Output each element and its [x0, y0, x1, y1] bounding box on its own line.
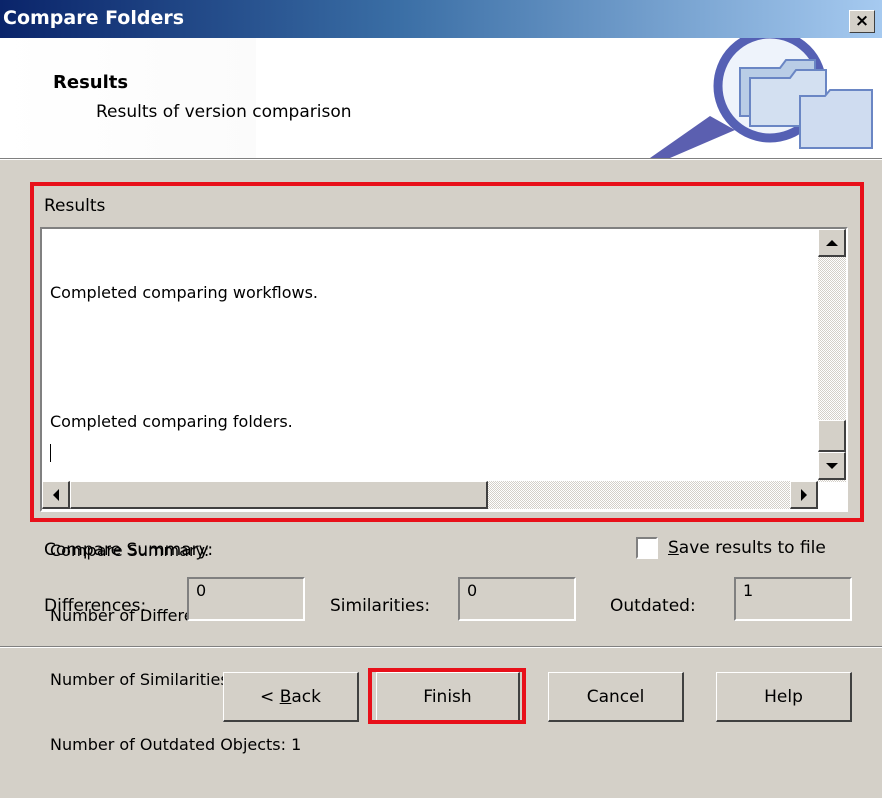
save-results-label[interactable]: Save results to file	[668, 538, 826, 558]
arrow-right-icon	[800, 488, 807, 501]
highlight-box-finish	[368, 668, 526, 724]
wizard-header: Results Results of version comparison	[0, 38, 882, 158]
cancel-label: Cancel	[586, 686, 645, 707]
outdated-label: Outdated:	[610, 596, 696, 616]
results-line: ​	[50, 347, 318, 369]
scroll-right-button[interactable]	[790, 481, 818, 509]
results-textarea[interactable]: Completed comparing workflows. ​ Complet…	[40, 227, 848, 754]
results-line: Completed comparing folders.	[50, 412, 293, 431]
similarities-label: Similarities:	[330, 596, 431, 616]
cancel-button[interactable]: Cancel	[548, 672, 684, 722]
help-label: Help	[764, 686, 803, 707]
differences-value: 0	[196, 581, 207, 600]
accel-letter: B	[279, 686, 292, 707]
similarities-value: 0	[467, 581, 478, 600]
window-title: Compare Folders	[3, 7, 185, 29]
back-rest: ack	[291, 686, 321, 707]
hscroll-thumb[interactable]	[70, 481, 488, 509]
scroll-up-button[interactable]	[818, 229, 846, 257]
arrow-down-icon	[825, 462, 838, 469]
help-button[interactable]: Help	[716, 672, 852, 722]
results-line: Completed comparing workflows.	[50, 283, 318, 302]
differences-field: 0	[187, 577, 305, 621]
arrow-left-icon	[52, 488, 59, 501]
scroll-left-button[interactable]	[42, 481, 70, 509]
results-label: Results	[44, 196, 106, 216]
accel-letter: S	[668, 538, 679, 558]
similarities-field: 0	[458, 577, 576, 621]
horizontal-scrollbar[interactable]	[42, 481, 818, 509]
text-caret	[50, 444, 51, 462]
header-bg	[0, 38, 256, 158]
save-results-text: ave results to file	[678, 538, 826, 558]
back-button[interactable]: < Back	[223, 672, 359, 722]
folder-magnifier-icon	[650, 38, 873, 158]
scroll-thumb[interactable]	[818, 420, 846, 452]
scroll-down-button[interactable]	[818, 452, 846, 480]
back-prefix: <	[260, 686, 280, 707]
differences-label: Differences:	[44, 596, 147, 616]
button-area-divider-highlight	[0, 647, 882, 648]
results-line: Number of Outdated Objects: 1	[50, 734, 302, 754]
arrow-up-icon	[825, 239, 838, 246]
header-title: Results	[53, 72, 129, 93]
compare-summary-label: Compare Summary:	[44, 540, 214, 560]
header-subtitle: Results of version comparison	[96, 102, 352, 122]
vertical-scrollbar[interactable]	[818, 229, 846, 482]
close-button[interactable]: ×	[849, 10, 875, 33]
outdated-field: 1	[734, 577, 852, 621]
outdated-value: 1	[743, 581, 754, 600]
close-icon: ×	[854, 11, 870, 31]
header-divider-highlight	[0, 159, 882, 160]
save-results-checkbox[interactable]	[636, 537, 658, 559]
